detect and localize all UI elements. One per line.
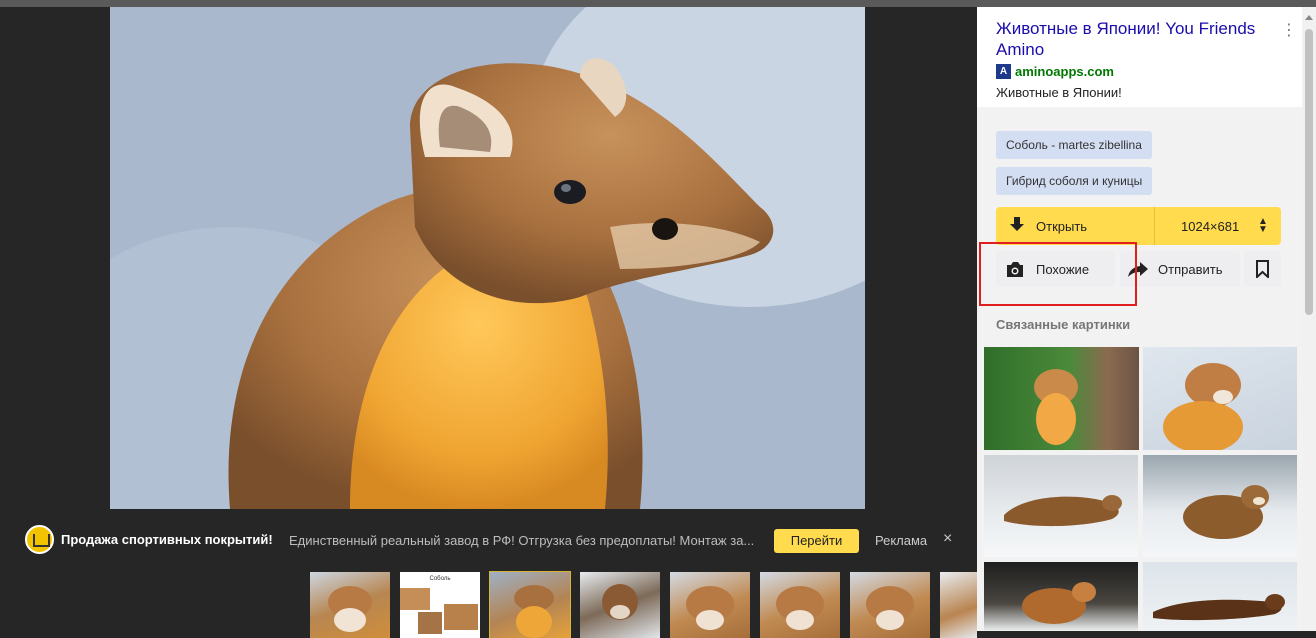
tag-hybrid[interactable]: Гибрид соболя и куницы [996,167,1153,195]
tag-sable[interactable]: Соболь - martes zibellina [996,131,1152,159]
strip-thumb[interactable]: Соболь [400,572,480,638]
share-arrow-icon [1128,262,1148,277]
download-icon [1010,217,1024,231]
ad-title[interactable]: Продажа спортивных покрытий! [61,532,273,547]
bookmark-icon [1256,260,1269,278]
sidebar-scrollbar[interactable] [1302,7,1316,631]
thumbnail-strip: Соболь [0,564,977,638]
open-button-divider [1154,207,1155,245]
related-image[interactable] [984,455,1138,557]
size-chevron-icon[interactable]: ▲ ▼ [1258,217,1268,235]
strip-thumb[interactable] [850,572,930,638]
site-name[interactable]: aminoapps.com [1015,64,1114,79]
more-vertical-icon[interactable]: ⋮ [1281,20,1297,40]
ad-text[interactable]: Единственный реальный завод в РФ! Отгруз… [289,533,759,548]
strip-thumb[interactable] [760,572,840,638]
share-button[interactable]: Отправить [1120,251,1240,287]
main-image[interactable] [110,7,865,509]
size-select[interactable]: 1024×681 [1181,219,1239,234]
camera-search-icon [1007,262,1023,277]
related-image[interactable] [984,562,1138,631]
ad-go-button[interactable]: Перейти [774,529,859,553]
related-image[interactable] [984,347,1139,450]
ad-banner: Продажа спортивных покрытий! Единственны… [0,512,977,568]
strip-thumb[interactable] [940,572,977,638]
related-image[interactable] [1143,347,1297,450]
related-images-heading: Связанные картинки [996,317,1131,332]
browser-top-bar [0,0,1316,7]
source-title-link[interactable]: Животные в Японии! You Friends Amino [996,18,1276,60]
share-button-label: Отправить [1158,262,1223,277]
strip-thumb[interactable] [670,572,750,638]
ad-label: Реклама [875,533,928,548]
strip-thumb[interactable] [580,572,660,638]
source-site[interactable]: A aminoapps.com [996,64,1114,79]
open-button[interactable]: Открыть 1024×681 ▲ ▼ [996,207,1281,245]
source-description: Животные в Японии! [996,85,1122,100]
marten-illustration [110,7,865,509]
strip-thumb-active[interactable] [489,571,571,638]
related-image[interactable] [1143,562,1297,631]
scrollbar-thumb[interactable] [1305,29,1313,315]
site-favicon-icon: A [996,64,1011,79]
bookmark-button[interactable] [1244,251,1281,287]
similar-button-label: Похожие [1036,262,1090,277]
image-viewer: Продажа спортивных покрытий! Единственны… [0,7,977,638]
related-image[interactable] [1143,455,1297,557]
scroll-up-icon[interactable] [1305,15,1313,20]
ad-close-icon[interactable]: × [943,530,952,548]
open-button-label: Открыть [1036,219,1088,234]
ad-logo-icon [25,525,54,554]
similar-button[interactable]: Похожие [996,251,1115,287]
strip-thumb[interactable] [310,572,390,638]
